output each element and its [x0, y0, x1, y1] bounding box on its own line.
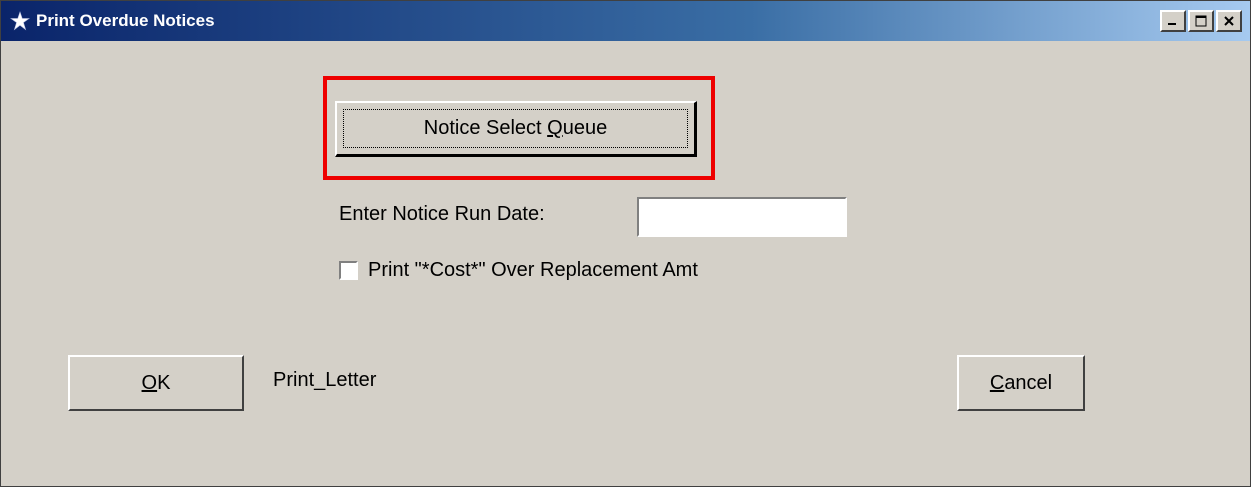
minimize-button[interactable]	[1160, 10, 1186, 32]
cost-checkbox-label[interactable]: Print "*Cost*" Over Replacement Amt	[368, 259, 698, 282]
run-date-label: Enter Notice Run Date:	[339, 203, 545, 225]
maximize-icon	[1195, 15, 1207, 27]
cost-checkbox[interactable]	[339, 261, 358, 280]
ok-button[interactable]: OK	[68, 355, 244, 411]
run-date-input[interactable]	[637, 197, 847, 237]
cancel-label-suffix: ancel	[1004, 371, 1053, 394]
ok-label-accelerator: O	[141, 371, 158, 394]
focus-rectangle	[343, 109, 688, 148]
cancel-label-accelerator: C	[989, 371, 1005, 394]
ok-button-label: OK	[142, 372, 171, 395]
close-button[interactable]	[1216, 10, 1242, 32]
print-overdue-notices-window: Print Overdue Notices Notice Select Queu…	[0, 0, 1251, 487]
minimize-icon	[1167, 16, 1179, 26]
dialog-body: Notice Select Queue Enter Notice Run Dat…	[1, 41, 1250, 486]
cancel-button-label: Cancel	[990, 372, 1052, 395]
star-app-icon	[10, 11, 30, 31]
maximize-button[interactable]	[1188, 10, 1214, 32]
title-bar[interactable]: Print Overdue Notices	[1, 1, 1250, 41]
cancel-button[interactable]: Cancel	[957, 355, 1085, 411]
close-icon	[1223, 15, 1235, 27]
window-title: Print Overdue Notices	[36, 11, 215, 30]
ok-label-suffix: K	[157, 371, 171, 394]
notice-select-queue-button[interactable]: Notice Select Queue	[335, 101, 697, 157]
print-letter-text: Print_Letter	[273, 369, 377, 391]
window-controls	[1160, 10, 1242, 32]
